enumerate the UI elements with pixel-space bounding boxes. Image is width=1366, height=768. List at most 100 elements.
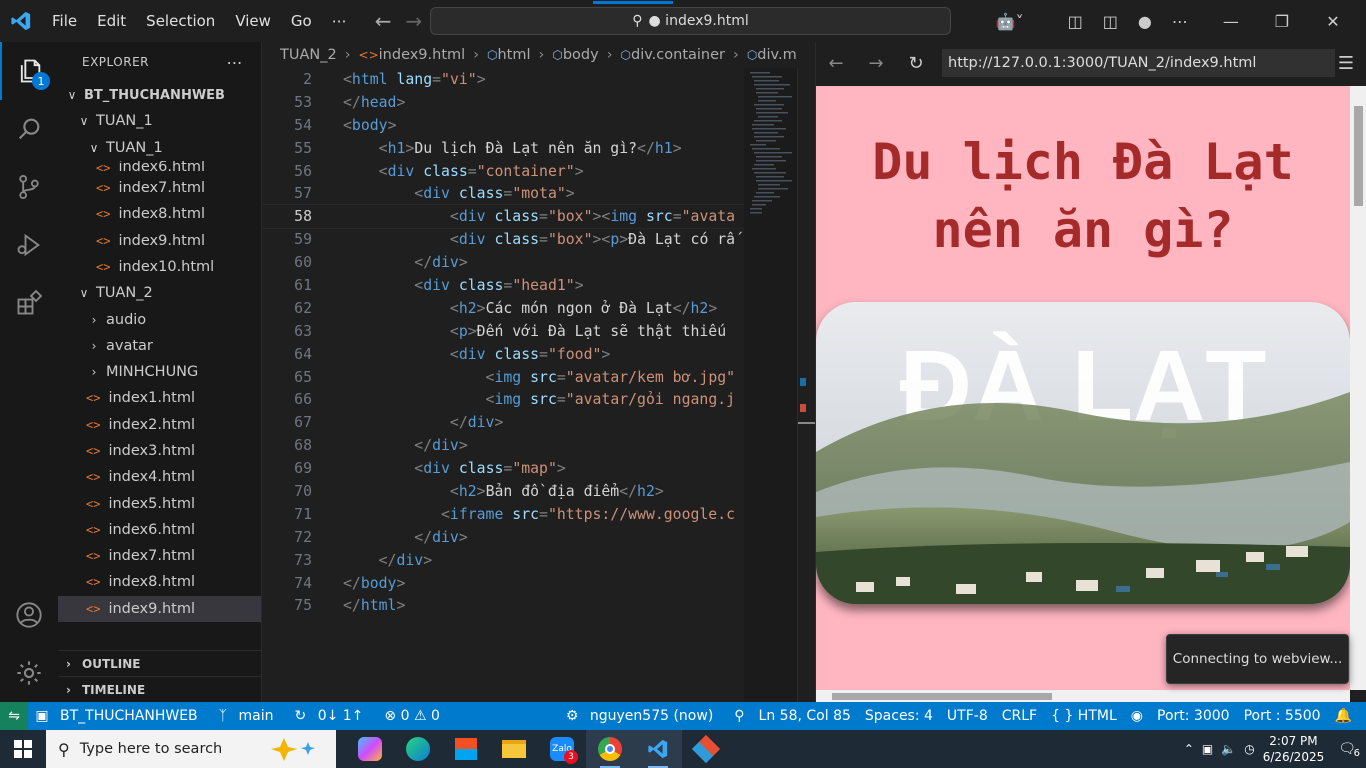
status-encoding[interactable]: UTF-8 bbox=[940, 708, 995, 724]
code-area[interactable]: 2 <html lang="vi"> 53 </head> 54 <body> 55 <h1… bbox=[262, 68, 744, 702]
folder-item[interactable]: ∨ BT_THUCHANHWEB bbox=[58, 82, 261, 108]
run-debug-icon[interactable] bbox=[0, 216, 58, 274]
search-icon[interactable] bbox=[0, 100, 58, 158]
status-spaces[interactable]: Spaces: 4 bbox=[858, 708, 940, 724]
code-line[interactable]: 60 </div> bbox=[262, 251, 744, 274]
network-icon[interactable]: ▣ bbox=[1202, 742, 1213, 756]
code-line[interactable]: 53 </head> bbox=[262, 91, 744, 114]
breadcrumb-item[interactable]: index9.html bbox=[379, 47, 466, 63]
forward-arrow-icon[interactable]: → bbox=[406, 9, 423, 33]
status-problems[interactable]: ⊗ 0 ⚠ 0 bbox=[377, 708, 446, 724]
account-dot-icon[interactable]: ● bbox=[1128, 12, 1162, 31]
breadcrumb-item[interactable]: div.container bbox=[631, 47, 725, 63]
code-line[interactable]: 2 <html lang="vi"> bbox=[262, 68, 744, 91]
status-position[interactable]: Ln 58, Col 85 bbox=[752, 708, 858, 724]
code-line[interactable]: 61 <div class="head1"> bbox=[262, 274, 744, 297]
explorer-icon[interactable]: 1 bbox=[0, 42, 58, 100]
folder-item[interactable]: ∨ TUAN_1 bbox=[58, 108, 261, 134]
file-item[interactable]: <> index8.html bbox=[58, 569, 261, 595]
copilot-status-icon[interactable]: ◉ bbox=[1124, 708, 1150, 724]
code-line[interactable]: 71 <iframe src="https://www.google.c bbox=[262, 503, 744, 526]
folder-item[interactable]: › avatar bbox=[58, 333, 261, 359]
account-icon[interactable] bbox=[0, 586, 58, 644]
preview-back-icon[interactable]: ← bbox=[816, 53, 856, 74]
code-line[interactable]: 57 <div class="mota"> bbox=[262, 182, 744, 205]
code-line[interactable]: 58 <div class="box"><img src="avata bbox=[262, 204, 744, 230]
file-item[interactable]: <> index1.html bbox=[58, 385, 261, 411]
status-language[interactable]: { } HTML bbox=[1044, 708, 1124, 724]
file-item[interactable]: <> index10.html bbox=[58, 254, 261, 280]
preview-reload-icon[interactable]: ↻ bbox=[896, 53, 936, 74]
wifi-icon[interactable]: ◷ bbox=[1244, 742, 1254, 756]
menu-item[interactable]: Selection bbox=[136, 12, 225, 30]
preview-forward-icon[interactable]: → bbox=[856, 53, 896, 74]
editor-scrollbar[interactable] bbox=[797, 68, 816, 702]
chrome-icon[interactable] bbox=[586, 730, 634, 768]
windows-start-icon[interactable] bbox=[0, 730, 46, 768]
menu-item[interactable]: Edit bbox=[87, 12, 136, 30]
chevron-up-icon[interactable]: ⌃ bbox=[1184, 742, 1194, 756]
code-line[interactable]: 64 <div class="food"> bbox=[262, 343, 744, 366]
file-item[interactable]: <> index5.html bbox=[58, 490, 261, 516]
copilot-app-icon[interactable] bbox=[346, 730, 394, 768]
store-icon[interactable] bbox=[442, 730, 490, 768]
back-arrow-icon[interactable]: ← bbox=[375, 9, 392, 33]
file-explorer-icon[interactable] bbox=[490, 730, 538, 768]
code-line[interactable]: 65 <img src="avatar/kem bơ.jpg" bbox=[262, 366, 744, 389]
taskbar-search[interactable]: ⚲ Type here to search bbox=[46, 730, 336, 768]
zalo-icon[interactable]: Zalo 3 bbox=[538, 730, 586, 768]
code-line[interactable]: 67 </div> bbox=[262, 411, 744, 434]
file-item[interactable]: <> index2.html bbox=[58, 412, 261, 438]
code-line[interactable]: 63 <p>Đến với Đà Lạt sẽ thật thiếu bbox=[262, 320, 744, 343]
file-item[interactable]: <> index4.html bbox=[58, 464, 261, 490]
minimize-icon[interactable]: — bbox=[1208, 12, 1254, 31]
bell-icon[interactable]: 🔔 bbox=[1328, 708, 1366, 724]
timeline-section[interactable]: › TIMELINE bbox=[58, 676, 262, 702]
file-item[interactable]: <> index9.html bbox=[58, 227, 261, 253]
breadcrumb-item[interactable]: div.m bbox=[757, 47, 796, 63]
status-eol[interactable]: CRLF bbox=[995, 708, 1044, 724]
vscode-taskbar-icon[interactable] bbox=[634, 730, 682, 768]
menu-item[interactable]: View bbox=[225, 12, 281, 30]
code-line[interactable]: 55 <h1>Du lịch Đà Lạt nên ăn gì?</h1> bbox=[262, 137, 744, 160]
copilot-icon[interactable]: 🤖˅ bbox=[986, 12, 1034, 31]
file-item[interactable]: <> index3.html bbox=[58, 438, 261, 464]
explorer-more-icon[interactable]: ⋯ bbox=[227, 53, 244, 72]
edge-icon[interactable] bbox=[394, 730, 442, 768]
code-line[interactable]: 70 <h2>Bản đồ địa điểm</h2> bbox=[262, 480, 744, 503]
folder-item[interactable]: ∨ TUAN_1 bbox=[58, 135, 261, 161]
more-icon[interactable]: ⋯ bbox=[1162, 12, 1198, 31]
volume-icon[interactable]: 🔈 bbox=[1221, 742, 1236, 756]
breadcrumb-item[interactable]: body bbox=[563, 47, 599, 63]
menu-item[interactable]: Go bbox=[281, 12, 322, 30]
code-line[interactable]: 75 </html> bbox=[262, 594, 744, 617]
code-line[interactable]: 66 <img src="avatar/gỏi ngang.j bbox=[262, 388, 744, 411]
toggle-sidebar-icon[interactable]: ◫ bbox=[1093, 12, 1128, 31]
breadcrumb-item[interactable]: TUAN_2 bbox=[280, 47, 337, 63]
status-workspace[interactable]: ▣ BT_THUCHANHWEB bbox=[28, 708, 211, 724]
git-app-icon[interactable] bbox=[682, 730, 730, 768]
code-line[interactable]: 69 <div class="map"> bbox=[262, 457, 744, 480]
file-item[interactable]: <> index6.html bbox=[58, 517, 261, 543]
preview-hscrollbar[interactable] bbox=[816, 690, 1350, 702]
settings-gear-icon[interactable] bbox=[0, 644, 58, 702]
file-item[interactable]: <> index6.html bbox=[58, 161, 261, 175]
code-line[interactable]: 54 <body> bbox=[262, 114, 744, 137]
file-item[interactable]: <> index7.html bbox=[58, 175, 261, 201]
preview-url-input[interactable]: http://127.0.0.1:3000/TUAN_2/index9.html bbox=[942, 49, 1335, 77]
close-icon[interactable]: ✕ bbox=[1310, 12, 1356, 31]
extensions-icon[interactable] bbox=[0, 274, 58, 332]
code-line[interactable]: 74 </body> bbox=[262, 572, 744, 595]
menu-item[interactable]: ⋯ bbox=[322, 12, 357, 30]
folder-item[interactable]: › MINHCHUNG bbox=[58, 359, 261, 385]
command-center[interactable]: ⚲ ● index9.html bbox=[430, 1, 951, 35]
notification-icon[interactable]: 🗨 6 bbox=[1338, 741, 1360, 759]
preview-vscrollbar[interactable] bbox=[1350, 86, 1366, 690]
minimap[interactable] bbox=[744, 68, 797, 702]
code-line[interactable]: 59 <div class="box"><p>Đà Lạt có rấ bbox=[262, 228, 744, 251]
code-line[interactable]: 72 </div> bbox=[262, 526, 744, 549]
status-branch[interactable]: ᛉ main bbox=[212, 708, 288, 724]
file-item[interactable]: <> index7.html bbox=[58, 543, 261, 569]
status-liveshare[interactable]: ⚙ nguyen575 (now) bbox=[559, 708, 727, 724]
preview-menu-icon[interactable]: ☰ bbox=[1338, 53, 1354, 74]
